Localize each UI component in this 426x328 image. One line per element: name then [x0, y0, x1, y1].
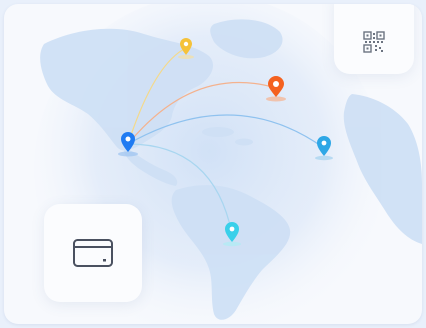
map-card: [4, 4, 422, 324]
qr-code-icon: [363, 31, 385, 53]
credit-card-tile[interactable]: [44, 204, 142, 302]
credit-card-icon: [73, 239, 113, 267]
qr-code-tile[interactable]: [334, 4, 414, 74]
